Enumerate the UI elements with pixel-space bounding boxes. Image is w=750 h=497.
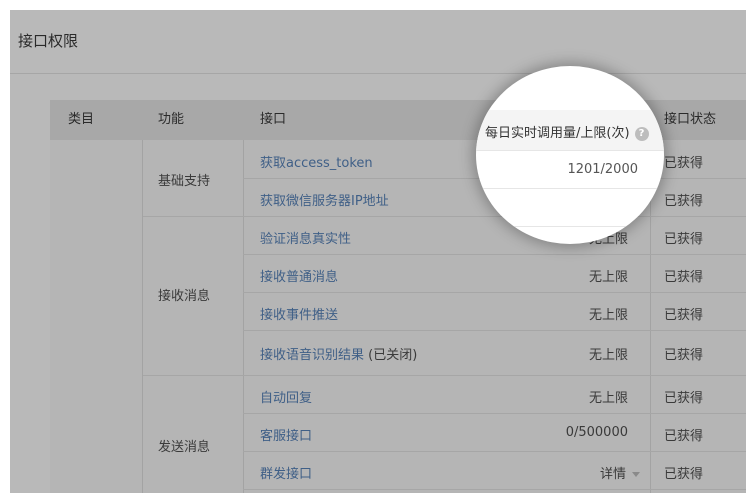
quota-value: 无上限 (588, 348, 628, 363)
header-category: 类目 (68, 112, 95, 127)
api-link-mass-send[interactable]: 群发接口 (260, 463, 312, 482)
group-receive-messages: 接收消息 (158, 289, 211, 304)
row-divider (143, 216, 746, 217)
quota-value: 0/500000 (565, 425, 628, 440)
status-badge: 已获得 (664, 232, 704, 247)
quota-value: 无上限 (588, 308, 628, 323)
highlight-magnifier: 每日实时调用量/上限(次)? 1201/2000 (476, 66, 664, 244)
page-title: 接口权限 (18, 32, 79, 50)
header-function: 功能 (158, 112, 185, 127)
status-badge: 已获得 (664, 391, 704, 406)
status-badge: 已获得 (664, 348, 704, 363)
header-api: 接口 (260, 112, 287, 127)
column-divider (142, 140, 143, 493)
screen-frame: 接口权限 类目 功能 接口 接口状态 基础支持 接收消息 发送消息 获取acce… (10, 10, 746, 493)
spotlight-divider (476, 188, 664, 189)
row-divider (243, 451, 746, 452)
quota-value: 无上限 (588, 391, 628, 406)
status-badge: 已获得 (664, 270, 704, 285)
api-link-access-token[interactable]: 获取access_token (260, 152, 373, 171)
row-divider (243, 254, 746, 255)
status-badge: 已获得 (664, 308, 704, 323)
api-link-customer-service[interactable]: 客服接口 (260, 425, 312, 444)
header-quota-label: 每日实时调用量/上限(次) (485, 126, 630, 141)
spotlight-divider (476, 226, 664, 227)
api-link-receive-events[interactable]: 接收事件推送 (260, 304, 338, 323)
api-closed-note: (已关闭) (364, 348, 418, 363)
help-circle-icon[interactable]: ? (634, 126, 649, 141)
row-divider (143, 375, 746, 376)
status-badge: 已获得 (664, 156, 704, 171)
api-link-auto-reply[interactable]: 自动回复 (260, 387, 312, 406)
group-send-messages: 发送消息 (158, 440, 211, 455)
status-badge: 已获得 (664, 429, 704, 444)
api-link-label: 接收语音识别结果 (260, 348, 365, 363)
group-basic-support: 基础支持 (158, 174, 211, 189)
caret-down-icon (632, 472, 640, 477)
api-link-receive-normal[interactable]: 接收普通消息 (260, 266, 338, 285)
row-divider (243, 413, 746, 414)
row-divider (243, 292, 746, 293)
row-divider (243, 489, 746, 490)
api-link-voice-recognition[interactable]: 接收语音识别结果 (已关闭) (260, 344, 417, 363)
quota-value: 无上限 (588, 270, 628, 285)
column-divider (243, 140, 244, 493)
quota-value-access-token: 1201/2000 (567, 162, 638, 177)
status-badge: 已获得 (664, 467, 704, 482)
spotlight-divider (476, 150, 664, 151)
details-label: 详情 (599, 467, 626, 482)
header-quota: 每日实时调用量/上限(次)? (485, 122, 649, 141)
api-link-server-ip[interactable]: 获取微信服务器IP地址 (260, 190, 389, 209)
status-badge: 已获得 (664, 194, 704, 209)
title-divider (10, 73, 746, 74)
header-status: 接口状态 (664, 112, 717, 127)
api-link-verify-message[interactable]: 验证消息真实性 (260, 228, 351, 247)
details-dropdown[interactable]: 详情 (600, 463, 640, 482)
row-divider (243, 330, 746, 331)
